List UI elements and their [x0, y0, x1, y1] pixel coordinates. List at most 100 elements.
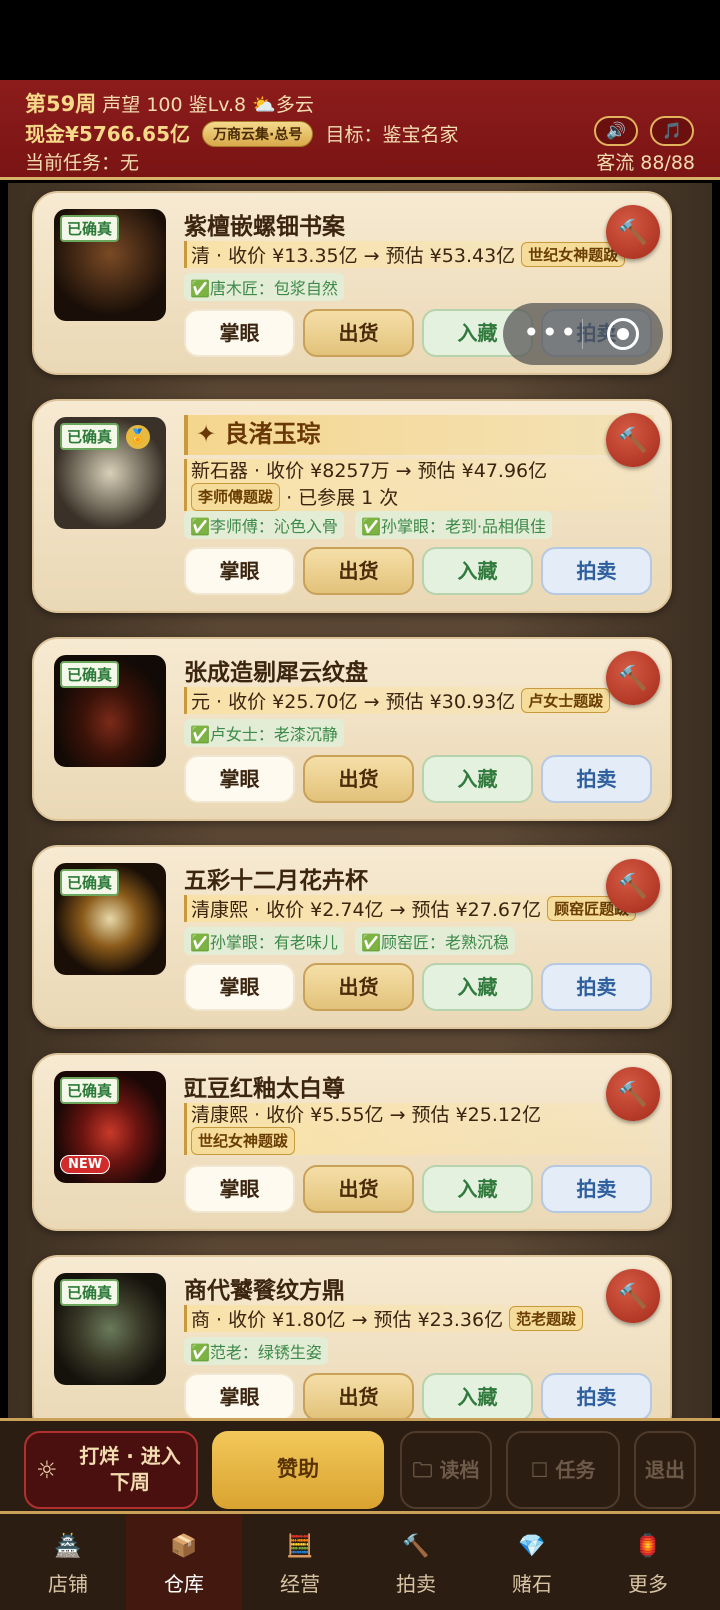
reputation-value: 声望 100 [102, 94, 183, 116]
current-task: 当前任务：无 [25, 152, 140, 174]
item-thumbnail[interactable]: 已确真 NEW [54, 1071, 166, 1183]
ship-button[interactable]: 出货 [303, 1165, 414, 1213]
eye-button[interactable]: 掌眼 [184, 1373, 295, 1418]
item-actions: 掌眼 出货 入藏 拍卖 [184, 1373, 652, 1418]
bottom-tab-bar: 🏯 店铺 📦 仓库 🧮 经营 🔨 拍卖 💎 赌石 🏮 更多 [0, 1514, 720, 1610]
item-card: 已确真 商代饕餮纹方鼎 商 · 收价 ¥1.80亿 → 预估 ¥23.36亿 范… [32, 1255, 672, 1418]
bottom-action-bar: ☼ 打烊 · 进入下周 赞助 🗀 读档 ☐ 任务 退出 [0, 1418, 720, 1514]
hammer-icon[interactable]: 🔨 [606, 859, 660, 913]
hammer-icon[interactable]: 🔨 [606, 1067, 660, 1121]
header-stats-row: 第59周 声望 100 鉴Lv.8 ⛅多云 [25, 88, 314, 118]
auction-button[interactable]: 拍卖 [541, 1373, 652, 1418]
item-card: 已确真 五彩十二月花卉杯 清康熙 · 收价 ¥2.74亿 → 预估 ¥27.67… [32, 845, 672, 1029]
ship-button[interactable]: 出货 [303, 755, 414, 803]
ship-button[interactable]: 出货 [303, 547, 414, 595]
auction-button[interactable]: 拍卖 [541, 755, 652, 803]
authenticated-badge: 已确真 [60, 423, 120, 450]
tab-more[interactable]: 🏮 更多 [590, 1514, 706, 1610]
item-card: 已确真 张成造剔犀云纹盘 元 · 收价 ¥25.70亿 → 预估 ¥30.93亿… [32, 637, 672, 821]
next-week-label: 打烊 · 进入下周 [79, 1444, 181, 1494]
warehouse-item-list[interactable]: 已确真 紫檀嵌螺钿书案 清 · 收价 ¥13.35亿 → 预估 ¥53.43亿 … [8, 183, 712, 1418]
task-button[interactable]: ☐ 任务 [506, 1431, 620, 1509]
item-thumbnail[interactable]: 已确真 [54, 655, 166, 767]
hammer-icon[interactable]: 🔨 [606, 1269, 660, 1323]
item-name: 紫檀嵌螺钿书案 [184, 214, 345, 240]
warehouse-icon: 📦 [170, 1534, 198, 1559]
authenticated-badge: 已确真 [60, 215, 120, 242]
expert-comment: ✅孙掌眼：有老味儿 [184, 927, 344, 955]
tab-shop[interactable]: 🏯 店铺 [10, 1514, 126, 1610]
collect-button[interactable]: 入藏 [422, 1165, 533, 1213]
sponsor-button[interactable]: 赞助 [212, 1431, 384, 1509]
item-thumbnail[interactable]: 已确真 [54, 863, 166, 975]
auction-button[interactable]: 拍卖 [541, 547, 652, 595]
tab-label: 仓库 [164, 1572, 204, 1596]
shop-icon: 🏯 [54, 1534, 82, 1559]
item-card: 已确真 🏅 ✦ 良渚玉琮 新石器 · 收价 ¥8257万 → 预估 ¥47.96… [32, 399, 672, 613]
exit-button[interactable]: 退出 [634, 1431, 696, 1509]
item-thumbnail[interactable]: 已确真 [54, 209, 166, 321]
weather-icon: ⛅ [252, 94, 276, 116]
miniprogram-capsule: ••• [503, 303, 663, 365]
tab-label: 更多 [628, 1572, 668, 1596]
tab-label: 店铺 [48, 1572, 88, 1596]
capsule-divider [582, 319, 583, 349]
inscription-tag: 卢女士题跋 [521, 688, 611, 713]
collect-button[interactable]: 入藏 [422, 547, 533, 595]
item-thumbnail[interactable]: 已确真 [54, 1273, 166, 1385]
expert-comment: ✅卢女士：老漆沉静 [184, 719, 344, 747]
ship-button[interactable]: 出货 [303, 309, 414, 357]
close-miniprogram-icon[interactable] [607, 318, 639, 350]
item-actions: 掌眼 出货 入藏 拍卖 [184, 963, 652, 1011]
eye-button[interactable]: 掌眼 [184, 963, 295, 1011]
medal-icon: 🏅 [126, 425, 150, 449]
collect-button[interactable]: 入藏 [422, 755, 533, 803]
status-bar [0, 0, 720, 80]
inscription-tag: 世纪女神题跋 [191, 1127, 296, 1155]
exhibit-count: · 已参展 1 次 [286, 487, 399, 509]
expert-comment: ✅李师傅：沁色入骨 [184, 511, 344, 539]
eye-button[interactable]: 掌眼 [184, 755, 295, 803]
market-badge[interactable]: 万商云集·总号 [202, 121, 314, 147]
next-week-button[interactable]: ☼ 打烊 · 进入下周 [24, 1431, 198, 1509]
tab-warehouse[interactable]: 📦 仓库 [126, 1514, 242, 1610]
cash-amount: 现金¥5766.65亿 [25, 122, 191, 146]
item-actions: 掌眼 出货 入藏 拍卖 [184, 547, 652, 595]
ship-button[interactable]: 出货 [303, 1373, 414, 1418]
item-thumbnail[interactable]: 已确真 🏅 [54, 417, 166, 529]
customer-traffic: 客流 88/88 [596, 152, 695, 174]
weather-label: 多云 [275, 94, 314, 116]
price-text: 清康熙 · 收价 ¥5.55亿 → 预估 ¥25.12亿 [191, 1104, 542, 1126]
item-actions: 掌眼 出货 入藏 拍卖 [184, 1165, 652, 1213]
auction-button[interactable]: 拍卖 [541, 1165, 652, 1213]
authenticated-badge: 已确真 [60, 869, 120, 896]
eye-button[interactable]: 掌眼 [184, 1165, 295, 1213]
hammer-icon[interactable]: 🔨 [606, 651, 660, 705]
item-name: 商代饕餮纹方鼎 [184, 1278, 345, 1304]
hammer-icon[interactable]: 🔨 [606, 413, 660, 467]
collect-button[interactable]: 入藏 [422, 963, 533, 1011]
tab-auction[interactable]: 🔨 拍卖 [358, 1514, 474, 1610]
load-save-button[interactable]: 🗀 读档 [400, 1431, 492, 1509]
tab-operations[interactable]: 🧮 经营 [242, 1514, 358, 1610]
collect-button[interactable]: 入藏 [422, 1373, 533, 1418]
expert-comment: ✅唐木匠：包浆自然 [184, 273, 344, 301]
price-text: 新石器 · 收价 ¥8257万 → 预估 ¥47.96亿 [191, 460, 548, 482]
expert-comments: ✅唐木匠：包浆自然 [184, 273, 350, 301]
item-card: 已确真 NEW 豇豆红釉太白尊 清康熙 · 收价 ¥5.55亿 → 预估 ¥25… [32, 1053, 672, 1231]
tab-label: 拍卖 [396, 1572, 436, 1596]
expert-comment: ✅范老：绿锈生姿 [184, 1337, 328, 1365]
app-screen: 第59周 声望 100 鉴Lv.8 ⛅多云 现金¥5766.65亿 万商云集·总… [0, 0, 720, 1610]
expert-comment: ✅顾窑匠：老熟沉稳 [355, 927, 515, 955]
ship-button[interactable]: 出货 [303, 963, 414, 1011]
tab-gamble-stone[interactable]: 💎 赌石 [474, 1514, 590, 1610]
eye-button[interactable]: 掌眼 [184, 309, 295, 357]
music-icon[interactable]: 🎵 [650, 116, 694, 146]
more-menu-icon[interactable]: ••• [523, 315, 579, 351]
price-text: 元 · 收价 ¥25.70亿 → 预估 ¥30.93亿 [191, 691, 516, 713]
eye-button[interactable]: 掌眼 [184, 547, 295, 595]
hammer-icon[interactable]: 🔨 [606, 205, 660, 259]
auction-button[interactable]: 拍卖 [541, 963, 652, 1011]
expert-comments: ✅范老：绿锈生姿 [184, 1337, 334, 1365]
sound-icon[interactable]: 🔊 [594, 116, 638, 146]
